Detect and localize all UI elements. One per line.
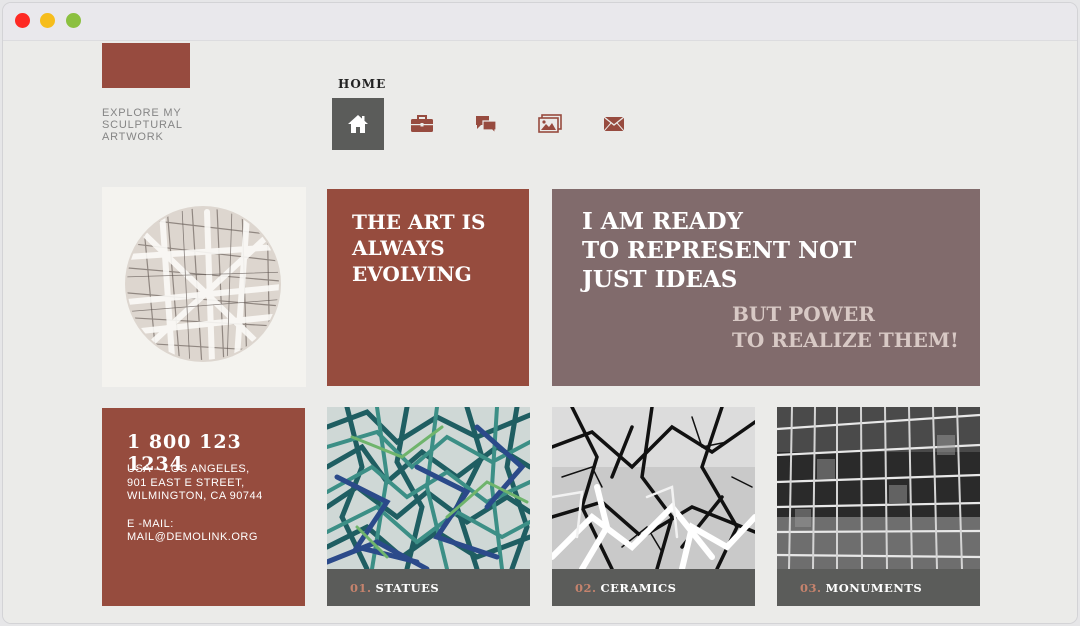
gallery-card-monuments[interactable]: 03. MONUMENTS bbox=[777, 407, 980, 607]
statues-image bbox=[327, 407, 530, 569]
statement-tile: I AM READY TO REPRESENT NOT JUST IDEAS B… bbox=[552, 189, 980, 386]
monuments-image bbox=[777, 407, 980, 569]
envelope-icon bbox=[603, 116, 625, 132]
ceramics-image bbox=[552, 407, 755, 569]
gallery-caption: 01. STATUES bbox=[327, 569, 530, 606]
gallery-caption: 02. CERAMICS bbox=[552, 569, 755, 606]
nav-blog[interactable] bbox=[460, 98, 512, 150]
gallery-caption: 03. MONUMENTS bbox=[777, 569, 980, 606]
chat-bubbles-icon bbox=[476, 116, 497, 134]
logo[interactable] bbox=[102, 43, 190, 88]
nav-contact[interactable] bbox=[588, 98, 640, 150]
tagline: EXPLORE MY SCULPTURAL ARTWORK bbox=[102, 107, 183, 143]
browser-window: EXPLORE MY SCULPTURAL ARTWORK HOME THE A… bbox=[3, 3, 1077, 623]
home-icon bbox=[348, 115, 368, 133]
nav-portfolio[interactable] bbox=[396, 98, 448, 150]
featured-artwork-image[interactable] bbox=[102, 187, 306, 387]
nav-active-label: HOME bbox=[338, 77, 387, 91]
caption-title: STATUES bbox=[375, 580, 440, 595]
gallery-card-statues[interactable]: 01. STATUES bbox=[327, 407, 530, 607]
statement-subheadline: BUT POWER TO REALIZE THEM! bbox=[732, 302, 959, 352]
statement-headline: I AM READY TO REPRESENT NOT JUST IDEAS bbox=[582, 208, 857, 293]
maximize-window-button[interactable] bbox=[66, 13, 81, 28]
gallery-card-ceramics[interactable]: 02. CERAMICS bbox=[552, 407, 755, 607]
woven-sphere-artwork bbox=[125, 206, 281, 362]
title-bar bbox=[3, 3, 1077, 41]
page: EXPLORE MY SCULPTURAL ARTWORK HOME THE A… bbox=[3, 41, 1077, 623]
minimize-window-button[interactable] bbox=[40, 13, 55, 28]
promo-text: THE ART IS ALWAYS EVOLVING bbox=[352, 210, 486, 286]
promo-tile: THE ART IS ALWAYS EVOLVING bbox=[327, 189, 529, 386]
nav-home[interactable] bbox=[332, 98, 384, 150]
caption-number: 03. bbox=[800, 580, 822, 595]
caption-number: 01. bbox=[350, 580, 372, 595]
email-link[interactable]: E -MAIL: MAIL@DEMOLINK.ORG bbox=[127, 518, 297, 545]
contact-info: USA – LOS ANGELES, 901 EAST E STREET, WI… bbox=[127, 463, 297, 545]
caption-title: MONUMENTS bbox=[825, 580, 923, 595]
briefcase-icon bbox=[411, 115, 433, 132]
gallery-icon bbox=[538, 114, 562, 133]
close-window-button[interactable] bbox=[15, 13, 30, 28]
caption-number: 02. bbox=[575, 580, 597, 595]
contact-tile: 1 800 123 1234 USA – LOS ANGELES, 901 EA… bbox=[102, 408, 305, 606]
address: USA – LOS ANGELES, 901 EAST E STREET, WI… bbox=[127, 463, 263, 502]
nav-gallery[interactable] bbox=[524, 98, 576, 150]
caption-title: CERAMICS bbox=[600, 580, 677, 595]
